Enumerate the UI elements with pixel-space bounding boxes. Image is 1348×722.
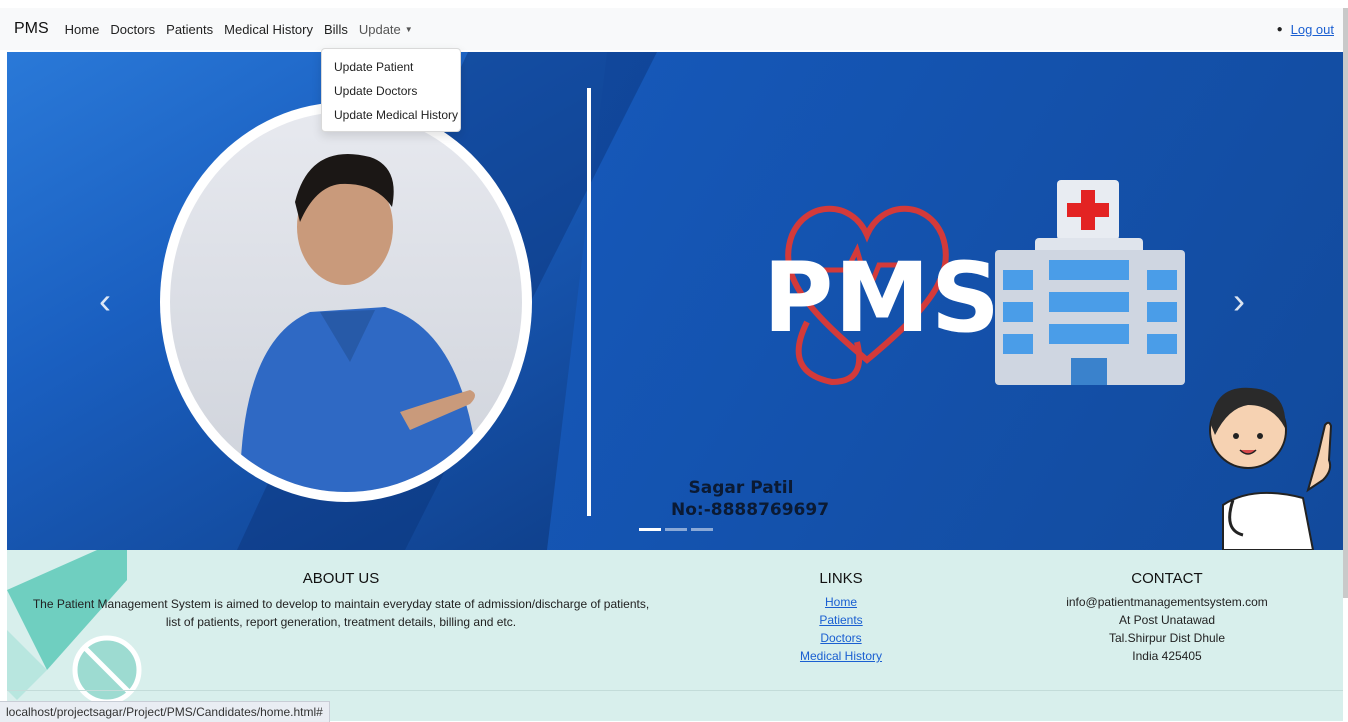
browser-status-url: localhost/projectsagar/Project/PMS/Candi… bbox=[0, 701, 330, 722]
carousel-caption: Sagar Patil No:-8888769697 bbox=[671, 477, 830, 521]
contact-address-line-1: At Post Unatawad bbox=[1118, 613, 1216, 627]
carousel-indicator-3[interactable] bbox=[691, 528, 713, 531]
caption-number: No:-8888769697 bbox=[671, 500, 830, 520]
carousel-prev-icon[interactable]: ‹ bbox=[99, 280, 111, 322]
footer-link-medical-history[interactable]: Medical History bbox=[767, 647, 915, 665]
nav-bills[interactable]: Bills bbox=[324, 22, 348, 37]
footer: ABOUT US The Patient Management System i… bbox=[7, 550, 1343, 721]
links-section: LINKS Home Patients Doctors Medical Hist… bbox=[767, 570, 915, 665]
bullet-icon: ● bbox=[1276, 23, 1283, 35]
dropdown-update-medical-history[interactable]: Update Medical History bbox=[322, 103, 460, 127]
carousel-indicators bbox=[639, 528, 717, 531]
footer-link-home[interactable]: Home bbox=[767, 593, 915, 611]
hero-carousel: ‹ › PMS Sagar Patil No:-8888769697 bbox=[7, 52, 1343, 550]
nav-right: ● Log out bbox=[1277, 22, 1334, 37]
contact-email: info@patientmanagementsystem.com bbox=[1066, 595, 1268, 609]
navbar: PMS Home Doctors Patients Medical Histor… bbox=[0, 8, 1348, 50]
contact-address-line-3: India 425405 bbox=[1132, 649, 1202, 663]
update-dropdown-menu: Update Patient Update Doctors Update Med… bbox=[321, 48, 461, 132]
caption-name: Sagar Patil bbox=[688, 478, 794, 498]
carousel-indicator-1[interactable] bbox=[639, 528, 661, 531]
contact-address-line-2: Tal.Shirpur Dist Dhule bbox=[1108, 631, 1226, 645]
logout-link[interactable]: Log out bbox=[1291, 22, 1334, 37]
nav-patients[interactable]: Patients bbox=[166, 22, 213, 37]
contact-section: CONTACT info@patientmanagementsystem.com… bbox=[1037, 570, 1297, 665]
caret-down-icon: ▼ bbox=[404, 24, 413, 34]
dropdown-update-patient[interactable]: Update Patient bbox=[322, 55, 460, 79]
carousel-next-icon[interactable]: › bbox=[1233, 280, 1245, 322]
nav-home[interactable]: Home bbox=[65, 22, 100, 37]
nav-medical-history[interactable]: Medical History bbox=[224, 22, 313, 37]
carousel-indicator-2[interactable] bbox=[665, 528, 687, 531]
about-title: ABOUT US bbox=[302, 570, 380, 587]
footer-link-doctors[interactable]: Doctors bbox=[767, 629, 915, 647]
page-scrollbar[interactable] bbox=[1343, 8, 1348, 598]
footer-link-patients[interactable]: Patients bbox=[767, 611, 915, 629]
about-section: ABOUT US The Patient Management System i… bbox=[27, 570, 655, 631]
brand-link[interactable]: PMS bbox=[14, 20, 49, 38]
links-title: LINKS bbox=[819, 570, 863, 587]
footer-divider bbox=[7, 690, 1343, 691]
slide-divider bbox=[587, 88, 591, 516]
pms-logo-text: PMS bbox=[763, 242, 1002, 354]
hospital-icon bbox=[995, 180, 1185, 385]
nav-update-dropdown[interactable]: Update ▼ bbox=[359, 22, 413, 37]
person-photo bbox=[170, 112, 522, 492]
person-illustration bbox=[240, 154, 480, 492]
contact-title: CONTACT bbox=[1131, 570, 1203, 587]
nav-doctors[interactable]: Doctors bbox=[110, 22, 155, 37]
about-text: The Patient Management System is aimed t… bbox=[32, 597, 650, 629]
nav-update-label: Update bbox=[358, 21, 401, 37]
dropdown-update-doctors[interactable]: Update Doctors bbox=[322, 79, 460, 103]
doctor-cartoon-icon bbox=[1209, 387, 1333, 550]
person-photo-frame bbox=[160, 102, 532, 502]
